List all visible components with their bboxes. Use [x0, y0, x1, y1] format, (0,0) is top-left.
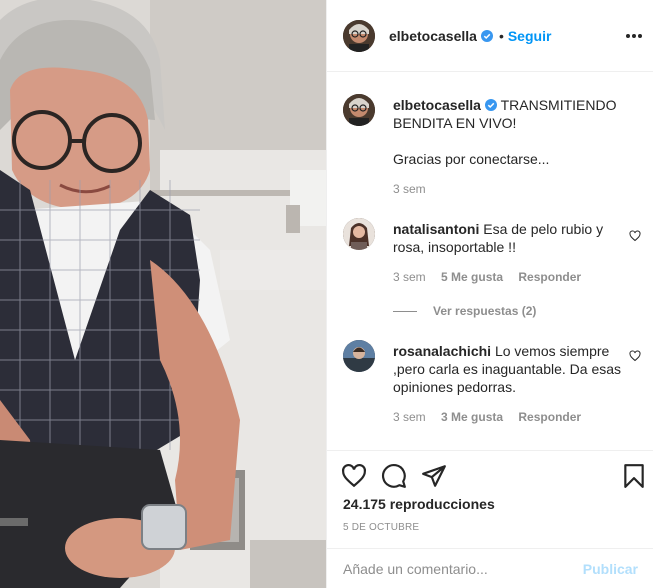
comment-body: rosanalachichi Lo vemos siempre ,pero ca… [393, 342, 623, 396]
comment-likes[interactable]: 5 Me gusta [441, 270, 503, 284]
caption-timestamp[interactable]: 3 sem [393, 182, 426, 196]
comment-meta: 3 sem 3 Me gusta Responder [393, 410, 593, 424]
caption-body: elbetocasella TRANSMITIENDO BENDITA EN V… [393, 96, 625, 132]
avatar-image [343, 340, 375, 372]
reply-button[interactable]: Responder [518, 270, 581, 284]
follow-button[interactable]: Seguir [508, 28, 552, 44]
comment-input[interactable] [343, 560, 583, 577]
verified-badge-icon [480, 29, 493, 42]
comment-timestamp[interactable]: 3 sem [393, 270, 426, 284]
view-replies-button[interactable]: Ver respuestas (2) [393, 304, 536, 318]
comment-body: natalisantoni Esa de pelo rubio y rosa, … [393, 220, 623, 256]
comment-icon[interactable] [381, 463, 407, 489]
comment-avatar[interactable] [343, 340, 375, 372]
heart-icon[interactable] [341, 463, 367, 489]
comment-username[interactable]: rosanalachichi [393, 343, 491, 359]
comment-username[interactable]: natalisantoni [393, 221, 479, 237]
caption-extra: Gracias por conectarse... [393, 151, 550, 167]
comment-timestamp[interactable]: 3 sem [393, 410, 426, 424]
caption-username[interactable]: elbetocasella [393, 97, 481, 113]
reply-button[interactable]: Responder [518, 410, 581, 424]
post-video[interactable] [0, 0, 326, 588]
caption-avatar[interactable] [343, 94, 375, 126]
verified-badge-icon [484, 99, 497, 111]
add-comment-bar: Publicar [327, 548, 653, 588]
video-frame-image [0, 0, 326, 588]
comment-like-heart-icon[interactable] [629, 350, 641, 362]
avatar-image [343, 19, 375, 52]
separator-dot: • [498, 27, 504, 44]
share-icon[interactable] [421, 463, 447, 489]
comment-meta: 3 sem 5 Me gusta Responder [393, 270, 593, 284]
avatar[interactable] [343, 19, 375, 52]
action-bar [327, 450, 653, 498]
comment-like-heart-icon[interactable] [629, 230, 641, 242]
post-sidebar: elbetocasella • Seguir elbetocasella TRA… [326, 0, 653, 588]
more-options-icon[interactable] [624, 26, 644, 46]
post-date[interactable]: 5 DE OCTUBRE [343, 522, 419, 533]
avatar-image [343, 218, 375, 250]
avatar-image [343, 94, 375, 126]
caption-meta: 3 sem [393, 182, 438, 196]
publish-button[interactable]: Publicar [583, 561, 638, 577]
view-replies-label: Ver respuestas (2) [433, 304, 537, 318]
post-username[interactable]: elbetocasella [389, 28, 477, 44]
bookmark-icon[interactable] [621, 463, 647, 489]
comment-likes[interactable]: 3 Me gusta [441, 410, 503, 424]
comments-section[interactable]: elbetocasella TRANSMITIENDO BENDITA EN V… [327, 72, 653, 450]
view-count[interactable]: 24.175 reproducciones [343, 496, 495, 512]
replies-divider [393, 310, 417, 312]
post-header: elbetocasella • Seguir [327, 0, 653, 72]
comment-avatar[interactable] [343, 218, 375, 250]
